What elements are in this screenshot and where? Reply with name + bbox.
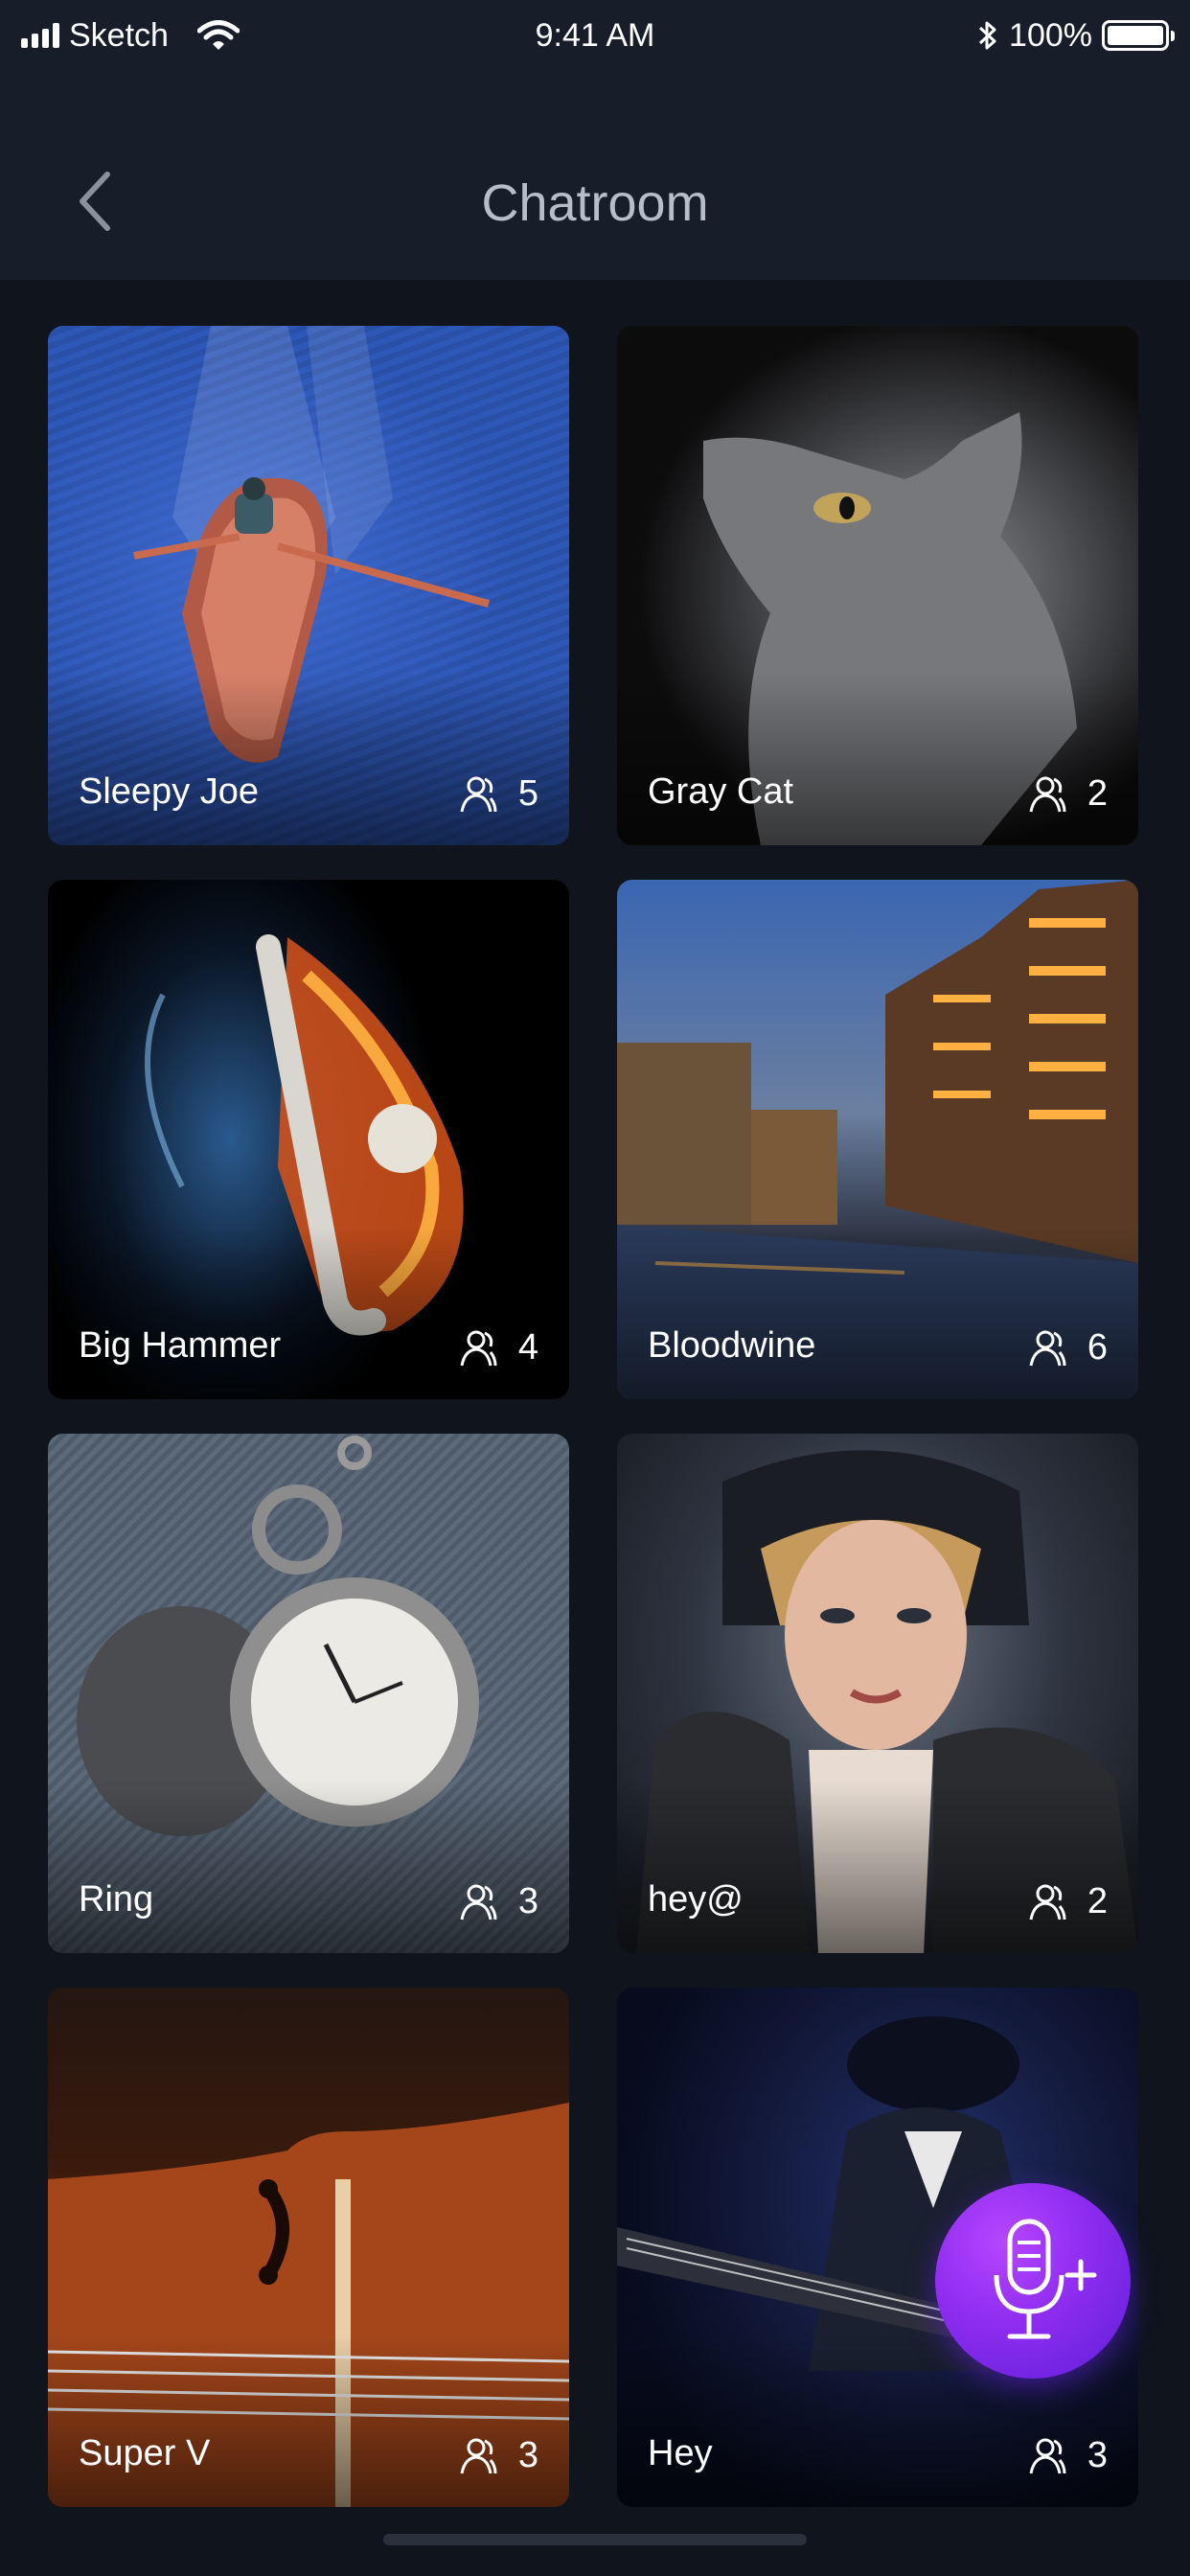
status-bar: Sketch 9:41 AM 100% <box>0 0 1190 77</box>
room-name: Sleepy Joe <box>79 771 260 812</box>
room-card[interactable]: Ring 3 <box>48 1434 569 1953</box>
member-count: 4 <box>459 1327 538 1368</box>
room-name: hey@ <box>648 1879 744 1920</box>
room-card[interactable]: Sleepy Joe 5 <box>48 326 569 845</box>
member-count-value: 4 <box>517 1327 538 1368</box>
room-card[interactable]: hey@ 2 <box>617 1434 1138 1953</box>
person-icon <box>460 2438 497 2473</box>
person-icon <box>1029 1884 1066 1920</box>
member-count: 2 <box>1028 1881 1108 1922</box>
member-count-value: 2 <box>1087 773 1108 814</box>
room-card[interactable]: Gray Cat 2 <box>617 326 1138 845</box>
person-icon <box>460 1884 497 1920</box>
room-name: Ring <box>79 1879 154 1920</box>
room-card[interactable]: Big Hammer 4 <box>48 880 569 1399</box>
battery-percent: 100% <box>1009 16 1092 54</box>
member-count: 2 <box>1028 773 1108 815</box>
person-icon <box>1029 2438 1066 2473</box>
member-count-value: 3 <box>517 1881 538 1921</box>
microphone-plus-icon <box>994 2219 1097 2339</box>
member-count: 3 <box>459 1881 538 1922</box>
nav-bar: Chatroom <box>0 77 1190 280</box>
battery-icon <box>1102 20 1175 51</box>
member-count: 3 <box>1028 2435 1108 2476</box>
member-count-value: 5 <box>517 773 538 814</box>
page-title: Chatroom <box>481 174 709 232</box>
member-count: 3 <box>459 2435 538 2476</box>
member-count-value: 2 <box>1087 1881 1108 1921</box>
room-name: Hey <box>648 2433 713 2473</box>
member-count-value: 3 <box>1087 2435 1108 2475</box>
person-icon <box>460 1330 497 1366</box>
room-name: Super V <box>79 2433 211 2473</box>
member-count: 6 <box>1028 1327 1108 1368</box>
new-voice-room-button[interactable] <box>935 2183 1131 2379</box>
home-indicator[interactable] <box>383 2534 807 2545</box>
bluetooth-icon <box>979 21 996 50</box>
room-name: Gray Cat <box>648 771 794 812</box>
member-count-value: 3 <box>517 2435 538 2475</box>
room-name: Bloodwine <box>648 1325 816 1366</box>
member-count: 5 <box>459 773 538 815</box>
room-card[interactable]: Super V 3 <box>48 1988 569 2507</box>
person-icon <box>460 776 497 812</box>
status-right: 100% <box>976 12 1175 59</box>
member-count-value: 6 <box>1087 1327 1108 1368</box>
room-card[interactable]: Bloodwine 6 <box>617 880 1138 1399</box>
person-icon <box>1029 776 1066 812</box>
room-name: Big Hammer <box>79 1325 282 1366</box>
person-icon <box>1029 1330 1066 1366</box>
